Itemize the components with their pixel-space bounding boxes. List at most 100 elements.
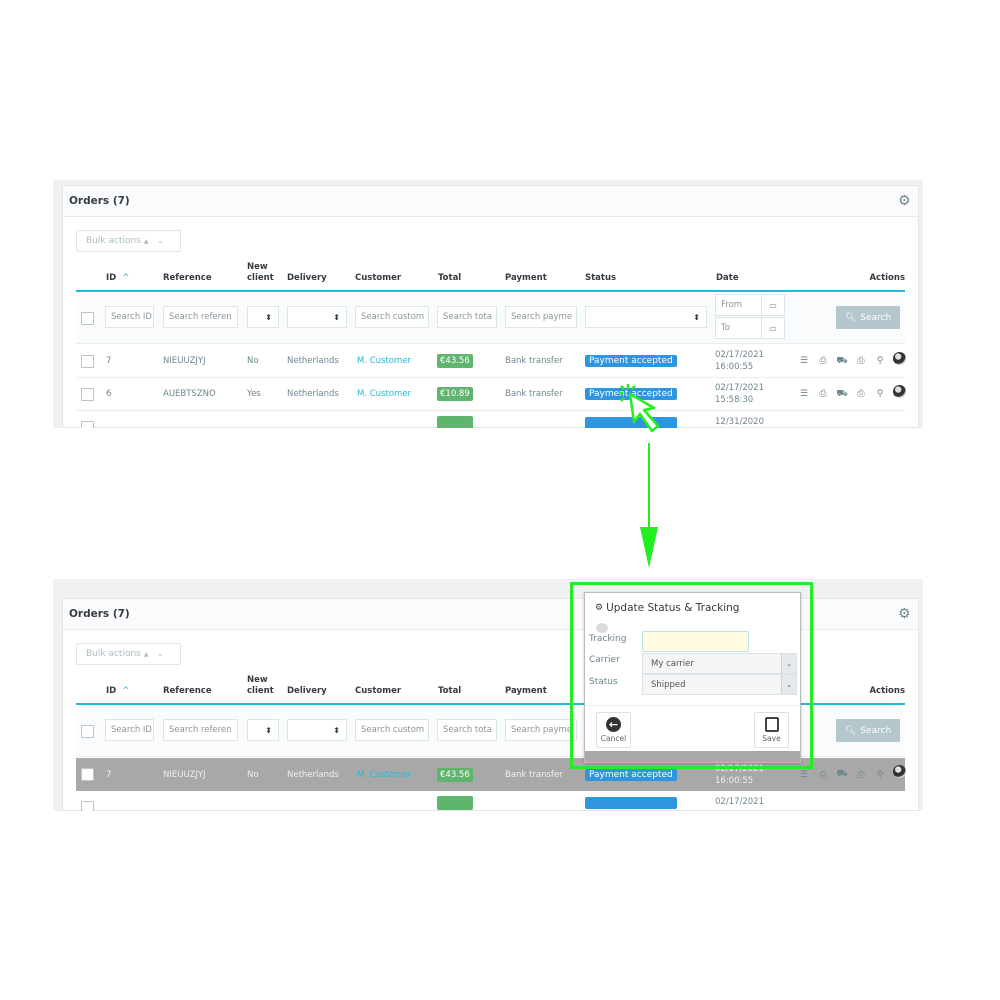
customer-filter-input[interactable]: Search custom: [355, 306, 429, 328]
customer-filter-placeholder: Search custom: [361, 725, 425, 735]
search-button[interactable]: 🔍︎ Search: [836, 306, 900, 329]
sort-asc-icon[interactable]: ^: [122, 273, 129, 283]
id-filter-placeholder: Search ID: [111, 312, 152, 322]
select-all-checkbox[interactable]: [81, 312, 94, 325]
row-customer-link[interactable]: M. Customer: [357, 378, 411, 410]
date-to-input[interactable]: To ▭: [715, 317, 785, 339]
print-icon[interactable]: ⎙: [817, 356, 829, 366]
status-filter-select[interactable]: ⬍: [585, 306, 707, 328]
col-new-client[interactable]: New client: [247, 262, 274, 284]
row-id: 7: [106, 356, 112, 366]
invoice-icon[interactable]: ☰: [798, 389, 810, 399]
avatar-icon[interactable]: [893, 765, 906, 778]
truck-icon[interactable]: ⛟: [836, 769, 848, 780]
row-checkbox[interactable]: [81, 355, 94, 368]
row-status-badge[interactable]: Payment accepted: [585, 796, 677, 809]
date-from-input[interactable]: From ▭: [715, 294, 785, 316]
avatar-icon[interactable]: [893, 351, 906, 365]
row-reference: NIEUUZJYJ: [163, 356, 206, 366]
row-customer-link[interactable]: M. Customer: [357, 758, 411, 791]
calendar-icon[interactable]: ▭: [761, 318, 784, 338]
col-id[interactable]: ID ^: [106, 273, 129, 284]
new-client-filter-select[interactable]: ⬍: [247, 306, 279, 328]
col-new-client[interactable]: New client: [247, 675, 274, 697]
zoom-icon[interactable]: ⚲: [874, 356, 886, 366]
calendar-icon[interactable]: ▭: [761, 295, 784, 315]
date-to-placeholder: To: [721, 323, 730, 333]
col-payment[interactable]: Payment: [505, 273, 547, 284]
table-row[interactable]: €10.89 Payment accepted 02/17/2021: [76, 791, 905, 811]
row-new-client: Yes: [247, 389, 261, 399]
row-payment: Bank transfer: [505, 769, 563, 780]
total-filter-input[interactable]: Search tota: [437, 306, 497, 328]
row-date-time: 15:58:30: [715, 395, 754, 405]
col-reference[interactable]: Reference: [163, 686, 212, 697]
search-icon: 🔍︎: [844, 312, 857, 323]
table-row[interactable]: 7 NIEUUZJYJ No Netherlands M. Customer €…: [76, 345, 906, 378]
print-icon[interactable]: ⎙: [855, 770, 867, 780]
row-checkbox[interactable]: [81, 801, 94, 811]
row-status-badge[interactable]: Payment accepted: [585, 768, 677, 781]
row-payment: Bank transfer: [505, 389, 563, 399]
select-all-checkbox[interactable]: [81, 725, 94, 738]
delivery-filter-select[interactable]: ⬍: [287, 306, 347, 328]
truck-icon[interactable]: ⛟: [836, 356, 848, 366]
sort-asc-icon[interactable]: ^: [122, 686, 129, 696]
row-new-client: No: [247, 356, 259, 366]
gear-icon[interactable]: ⚙: [898, 194, 912, 208]
col-reference[interactable]: Reference: [163, 273, 212, 284]
col-customer[interactable]: Customer: [355, 686, 401, 697]
new-client-filter-select[interactable]: ⬍: [247, 719, 279, 741]
col-status[interactable]: Status: [585, 273, 616, 284]
customer-filter-input[interactable]: Search custom: [355, 719, 429, 741]
panel-title: Orders (7): [69, 195, 130, 207]
col-customer[interactable]: Customer: [355, 273, 401, 284]
select-arrows-icon: ⬍: [333, 725, 340, 735]
col-delivery[interactable]: Delivery: [287, 273, 327, 284]
print-icon[interactable]: ⎙: [855, 389, 867, 399]
chevron-down-icon: ⌄: [156, 649, 165, 659]
bulk-actions-button[interactable]: Bulk actions ▲ ⌄: [76, 230, 181, 252]
row-status-badge[interactable]: Payment accepted: [585, 355, 677, 367]
payment-filter-input[interactable]: Search payme: [505, 719, 577, 741]
invoice-icon[interactable]: ☰: [798, 770, 810, 780]
col-new-client-line1: New: [247, 675, 268, 685]
invoice-icon[interactable]: ☰: [798, 356, 810, 366]
print-icon[interactable]: ⎙: [855, 356, 867, 366]
zoom-icon[interactable]: ⚲: [874, 770, 886, 780]
row-checkbox[interactable]: [81, 388, 94, 401]
col-date[interactable]: Date: [716, 273, 739, 284]
avatar-icon[interactable]: [893, 384, 906, 398]
reference-filter-input[interactable]: Search referen: [163, 306, 238, 328]
delivery-filter-select[interactable]: ⬍: [287, 719, 347, 741]
bulk-actions-button[interactable]: Bulk actions ▲ ⌄: [76, 643, 181, 665]
col-id[interactable]: ID ^: [106, 686, 129, 697]
col-total[interactable]: Total: [438, 686, 461, 697]
gear-icon[interactable]: ⚙: [898, 607, 912, 621]
table-row[interactable]: €00.00 Payment accepted 12/31/2020: [76, 411, 905, 428]
row-customer-link[interactable]: M. Customer: [357, 345, 411, 377]
zoom-icon[interactable]: ⚲: [874, 389, 886, 399]
id-filter-input[interactable]: Search ID: [105, 719, 154, 741]
panel-title: Orders (7): [69, 608, 130, 620]
col-payment[interactable]: Payment: [505, 686, 547, 697]
truck-icon[interactable]: ⛟: [836, 389, 848, 399]
bulk-actions-label: Bulk actions: [86, 236, 141, 246]
search-button[interactable]: 🔍︎ Search: [836, 719, 900, 742]
row-total-badge: €43.56: [437, 767, 473, 782]
id-filter-input[interactable]: Search ID: [105, 306, 154, 328]
col-total[interactable]: Total: [438, 273, 461, 284]
row-actions: ☰ ⎙ ⛟ ⎙ ⚲: [798, 758, 906, 791]
row-checkbox[interactable]: [81, 421, 94, 428]
caret-up-icon: ▲: [143, 650, 149, 658]
row-date-day: 02/17/2021: [715, 350, 764, 360]
row-date: 02/17/2021 16:00:55: [715, 345, 764, 377]
col-delivery[interactable]: Delivery: [287, 686, 327, 697]
reference-filter-input[interactable]: Search referen: [163, 719, 238, 741]
payment-filter-input[interactable]: Search payme: [505, 306, 577, 328]
total-filter-input[interactable]: Search tota: [437, 719, 497, 741]
row-checkbox[interactable]: [81, 768, 94, 781]
table-row[interactable]: 6 AUEBTSZNO Yes Netherlands M. Customer …: [76, 378, 906, 411]
print-icon[interactable]: ⎙: [817, 389, 829, 399]
print-icon[interactable]: ⎙: [817, 770, 829, 780]
